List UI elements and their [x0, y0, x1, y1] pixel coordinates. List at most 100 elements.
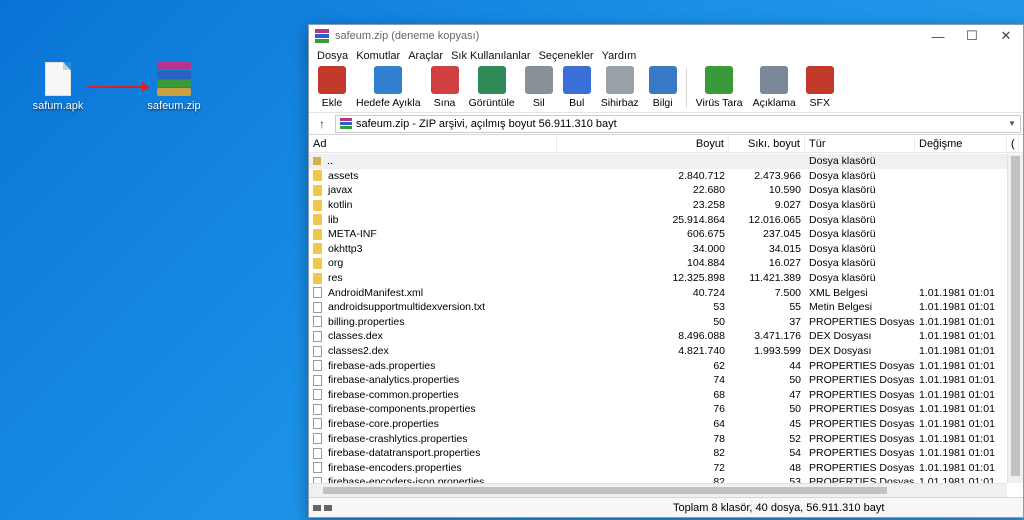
cell-size: 23.258 — [692, 199, 725, 212]
folder-icon — [313, 170, 322, 182]
menu-yardim[interactable]: Yardım — [598, 50, 641, 62]
toolbar-button-9[interactable]: Açıklama — [748, 64, 801, 112]
column-header-name[interactable]: Ad — [309, 135, 557, 152]
table-row[interactable]: firebase-encoders-json.properties 82 53 PRO… — [309, 475, 1007, 483]
column-header-type[interactable]: Tür — [805, 135, 915, 152]
file-icon — [313, 301, 322, 313]
table-row[interactable]: firebase-datatransport.properties 82 54 PRO… — [309, 446, 1007, 461]
table-row[interactable]: okhttp3 34.000 34.015 Dosya klasörü — [309, 242, 1007, 257]
menu-komutlar[interactable]: Komutlar — [352, 50, 404, 62]
cell-name: res — [309, 272, 557, 284]
toolbar-button-2[interactable]: Sına — [426, 64, 464, 112]
toolbar-button-0[interactable]: Ekle — [313, 64, 351, 112]
cell-name-text: firebase-common.properties — [328, 388, 459, 401]
toolbar-button-6[interactable]: Sihirbaz — [596, 64, 644, 112]
table-row[interactable]: classes2.dex 4.821.740 1.993.599 DEX Dosyas… — [309, 344, 1007, 359]
toolbar-button-4[interactable]: Sil — [520, 64, 558, 112]
horizontal-scrollbar[interactable] — [309, 483, 1007, 497]
cell-packed: 1.993.599 — [754, 345, 801, 358]
table-row[interactable]: META-INF 606.675 237.045 Dosya klasörü — [309, 227, 1007, 242]
window-title: safeum.zip (deneme kopyası) — [335, 30, 480, 42]
cell-packed: 55 — [789, 301, 801, 314]
chevron-down-icon[interactable]: ▼ — [1008, 119, 1020, 128]
cell-name-text: firebase-datatransport.properties — [328, 447, 481, 460]
cell-type: PROPERTIES Dosyası — [809, 432, 915, 445]
cell-type: PROPERTIES Dosyası — [809, 447, 915, 460]
cell-size: 68 — [713, 388, 725, 401]
cell-packed: 2.473.966 — [754, 169, 801, 182]
table-row[interactable]: assets 2.840.712 2.473.966 Dosya klasörü — [309, 169, 1007, 184]
cell-name-text: res — [328, 272, 343, 285]
column-header-more[interactable]: ( — [1007, 135, 1019, 152]
table-row[interactable]: org 104.884 16.027 Dosya klasörü — [309, 256, 1007, 271]
table-row[interactable]: firebase-common.properties 68 47 PROPERTIES… — [309, 388, 1007, 403]
desktop-zip-file[interactable]: safeum.zip — [134, 62, 214, 112]
cell-type: DEX Dosyası — [809, 330, 872, 343]
column-header-modified[interactable]: Değişme — [915, 135, 1007, 152]
table-row[interactable]: billing.properties 50 37 PROPERTIES Dosyası… — [309, 315, 1007, 330]
trash-icon — [524, 66, 553, 94]
cell-size: 40.724 — [692, 286, 725, 299]
address-field[interactable]: safeum.zip - ZIP arşivi, açılmış boyut 5… — [335, 114, 1021, 133]
cell-modified: 1.01.1981 01:01 — [919, 286, 995, 299]
table-row[interactable]: javax 22.680 10.590 Dosya klasörü — [309, 183, 1007, 198]
maximize-button[interactable]: ☐ — [955, 25, 989, 47]
desktop-apk-file[interactable]: safum.apk — [18, 62, 98, 112]
scroll-thumb[interactable] — [323, 487, 887, 494]
toolbar-label: Sil — [532, 97, 545, 109]
toolbar-button-5[interactable]: Bul — [558, 64, 596, 112]
info-icon — [648, 66, 677, 94]
table-row[interactable]: firebase-core.properties 64 45 PROPERTIES D… — [309, 417, 1007, 432]
desktop-zip-label: safeum.zip — [147, 100, 201, 112]
menu-sik-kullanilanlar[interactable]: Sık Kullanılanlar — [447, 50, 535, 62]
toolbar-button-3[interactable]: Görüntüle — [464, 64, 520, 112]
status-bar: Toplam 8 klasör, 40 dosya, 56.911.310 ba… — [309, 497, 1023, 517]
cell-modified: 1.01.1981 01:01 — [919, 432, 995, 445]
menu-secenekler[interactable]: Seçenekler — [535, 50, 598, 62]
up-arrow-icon[interactable]: ↑ — [309, 117, 335, 131]
table-row[interactable]: firebase-encoders.properties 72 48 PROPERTI… — [309, 460, 1007, 475]
table-row[interactable]: kotlin 23.258 9.027 Dosya klasörü — [309, 198, 1007, 213]
cell-name-text: classes.dex — [328, 330, 383, 343]
cell-name-text: javax — [328, 184, 353, 197]
toolbar-button-10[interactable]: SFX — [801, 64, 839, 112]
table-row[interactable]: androidsupportmultidexversion.txt 53 55 Met… — [309, 300, 1007, 315]
folder-icon — [313, 184, 322, 196]
table-row[interactable]: AndroidManifest.xml 40.724 7.500 XML Belges… — [309, 285, 1007, 300]
cell-packed: 11.421.389 — [749, 272, 801, 285]
file-icon — [313, 374, 322, 386]
menu-dosya[interactable]: Dosya — [313, 50, 352, 62]
winrar-window: safeum.zip (deneme kopyası) — ☐ ✕ Dosya … — [308, 24, 1024, 518]
cell-type: Dosya klasörü — [809, 184, 876, 197]
file-icon — [313, 316, 322, 328]
table-row[interactable]: firebase-crashlytics.properties 78 52 PROPE… — [309, 431, 1007, 446]
scroll-thumb[interactable] — [1011, 156, 1020, 476]
table-row[interactable]: classes.dex 8.496.088 3.471.176 DEX Dosyası… — [309, 329, 1007, 344]
minimize-button[interactable]: — — [921, 25, 955, 47]
cell-name-text: billing.properties — [328, 315, 405, 328]
toolbar-button-8[interactable]: Virüs Tara — [691, 64, 748, 112]
table-row[interactable]: lib 25.914.864 12.016.065 Dosya klasörü — [309, 212, 1007, 227]
toolbar-button-7[interactable]: Bilgi — [644, 64, 682, 112]
toolbar-button-1[interactable]: Hedefe Ayıkla — [351, 64, 426, 112]
folder-icon — [313, 157, 321, 166]
cell-name: firebase-analytics.properties — [309, 374, 557, 386]
toolbar-label: Bilgi — [652, 97, 673, 109]
table-row[interactable]: .. Dosya klasörü — [309, 154, 1007, 169]
cell-name: androidsupportmultidexversion.txt — [309, 301, 557, 313]
menu-araclar[interactable]: Araçlar — [404, 50, 447, 62]
vertical-scrollbar[interactable] — [1007, 154, 1023, 483]
table-row[interactable]: firebase-ads.properties 62 44 PROPERTIES Do… — [309, 358, 1007, 373]
column-header-size[interactable]: Boyut — [557, 135, 729, 152]
table-row[interactable]: firebase-components.properties 76 50 PROPER… — [309, 402, 1007, 417]
cell-name: firebase-common.properties — [309, 389, 557, 401]
cell-packed: 12.016.065 — [748, 213, 801, 226]
toolbar-label: Açıklama — [752, 97, 796, 109]
cell-type: PROPERTIES Dosyası — [809, 403, 915, 416]
file-icon — [313, 447, 322, 459]
table-row[interactable]: res 12.325.898 11.421.389 Dosya klasörü — [309, 271, 1007, 286]
column-header-packed[interactable]: Sıkı. boyut — [729, 135, 805, 152]
toolbar-label: Ekle — [321, 97, 343, 109]
table-row[interactable]: firebase-analytics.properties 74 50 PROPERT… — [309, 373, 1007, 388]
close-button[interactable]: ✕ — [989, 25, 1023, 47]
